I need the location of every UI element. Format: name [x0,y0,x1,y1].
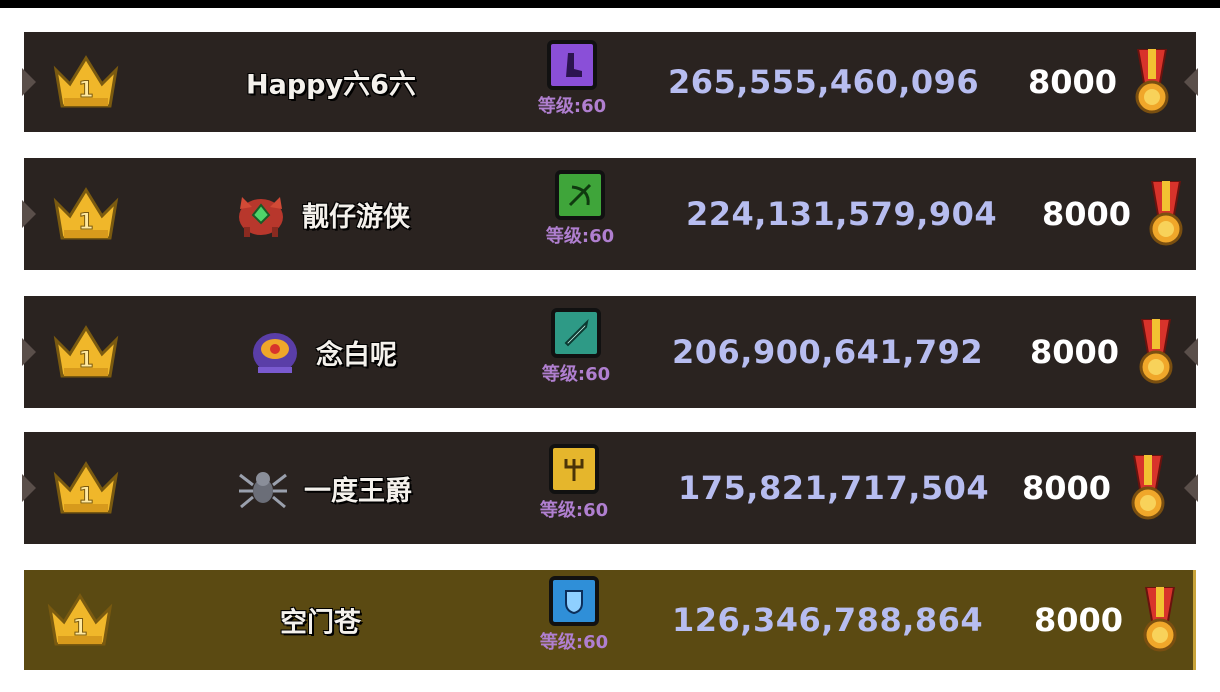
leaderboard-row[interactable]: 1 念白呢 等级:60 206,900,641,792 8000 [22,296,1198,408]
gold-medal-icon [1135,49,1169,114]
player-name: 靓仔游侠 [302,201,410,233]
top-bar [0,0,1220,8]
row-right-notch [1184,474,1198,502]
score-value: 8000 [1022,469,1112,507]
player-info: 靓仔游侠 [234,187,410,241]
gold-medal-icon [1143,587,1177,652]
class-badge: 等级:60 [538,170,622,248]
crown-rank-number: 1 [78,210,93,235]
combat-power: 175,821,717,504 [678,469,990,507]
combat-power: 206,900,641,792 [672,333,984,371]
row-left-notch [22,200,36,228]
leaderboard-row[interactable]: 1 Happy六6六 等级:60 265,555,460,096 8000 [22,32,1198,132]
class-badge: 等级:60 [534,308,618,386]
leaderboard-row[interactable]: 1 靓仔游侠 等级:60 224,131,579,904 8000 [22,158,1196,270]
player-name: 空门苍 [280,607,361,639]
crown-rank-icon: 1 [47,593,113,646]
level-label: 等级:60 [539,500,609,521]
level-label: 等级:60 [537,96,607,117]
class-badge: 等级:60 [532,444,616,522]
gold-medal-icon [1149,181,1183,246]
purple-boot-icon [547,40,597,90]
row-right-notch [1184,68,1198,96]
crown-rank-number: 1 [78,348,93,373]
crown-rank-icon: 1 [53,461,119,514]
leaderboard-row[interactable]: 1 一度王爵 等级:60 175,821,717,504 8000 [22,432,1198,544]
yellow-trident-icon [549,444,599,494]
class-badge: 等级:60 [532,576,616,654]
gold-medal-icon [1131,455,1165,520]
teal-sword-icon [551,308,601,358]
purple-orb-beast-avatar [253,333,297,373]
leaderboard-row-self[interactable]: 1 空门苍 等级:60 126,346,788,864 8000 [24,570,1196,670]
player-info: 空门苍 [280,601,361,640]
score-value: 8000 [1034,601,1124,639]
class-badge: 等级:60 [530,40,614,118]
combat-power: 265,555,460,096 [668,63,980,101]
player-name: Happy六6六 [246,69,416,101]
score-value: 8000 [1028,63,1118,101]
crown-rank-icon: 1 [53,187,119,240]
blue-shield-icon [549,576,599,626]
red-crab-boss-avatar [239,197,283,237]
player-name: 念白呢 [316,339,397,371]
player-info: 念白呢 [248,325,397,379]
level-label: 等级:60 [541,364,611,385]
player-info: 一度王爵 [236,461,412,515]
level-label: 等级:60 [539,632,609,653]
level-label: 等级:60 [545,226,615,247]
green-bow-icon [555,170,605,220]
crown-rank-icon: 1 [53,325,119,378]
row-left-notch [22,338,36,366]
score-value: 8000 [1042,195,1132,233]
crown-rank-number: 1 [72,616,87,641]
score-value: 8000 [1030,333,1120,371]
row-right-notch [1184,338,1198,366]
row-left-notch [22,474,36,502]
crown-rank-number: 1 [78,78,93,103]
grey-spider-avatar [239,472,287,509]
combat-power: 224,131,579,904 [686,195,998,233]
gold-medal-icon [1139,319,1173,384]
combat-power: 126,346,788,864 [672,601,984,639]
player-info: Happy六6六 [246,63,416,102]
player-name: 一度王爵 [304,475,412,507]
crown-rank-number: 1 [78,484,93,509]
crown-rank-icon: 1 [53,55,119,108]
row-left-notch [22,68,36,96]
